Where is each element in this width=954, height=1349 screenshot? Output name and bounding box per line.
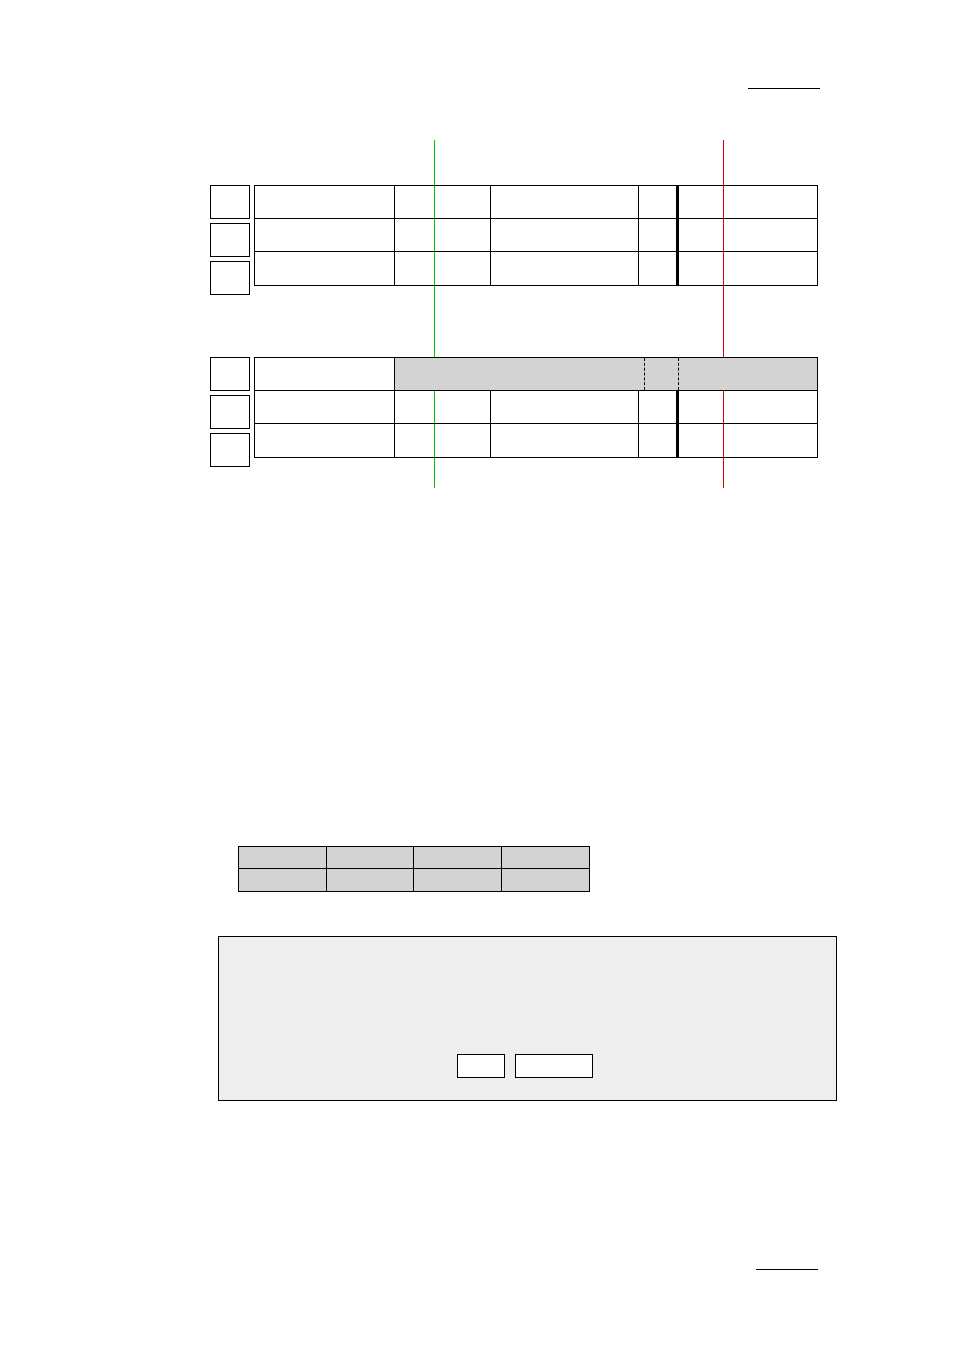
table2-r2-c3 xyxy=(395,391,491,423)
center-table-r2c2 xyxy=(327,869,415,891)
table2-r3-c2 xyxy=(255,424,395,457)
center-table-r1c2 xyxy=(327,847,415,869)
cancel-button[interactable] xyxy=(515,1054,593,1078)
center-table-r1c3 xyxy=(414,847,502,869)
table1-r2-c3 xyxy=(395,219,491,251)
table1-r2-c2 xyxy=(255,219,395,251)
header-divider xyxy=(748,88,820,89)
center-table-r1c4 xyxy=(502,847,590,869)
dialog-panel xyxy=(218,936,837,1101)
footer-divider xyxy=(756,1269,818,1270)
table1-r3-c3 xyxy=(395,252,491,285)
table1-r2-c4 xyxy=(491,219,639,251)
table1-r2-c5 xyxy=(639,219,679,251)
table1-r1-c4 xyxy=(491,186,639,218)
table2-r3-c6 xyxy=(679,424,817,457)
table2-r2-c4 xyxy=(491,391,639,423)
table1-rowlabel-2 xyxy=(210,223,250,257)
table1-r3-c6 xyxy=(679,252,817,285)
table2-rowlabel-2 xyxy=(210,395,250,429)
table2-r3-c5 xyxy=(639,424,679,457)
table2-r2-c2 xyxy=(255,391,395,423)
table1-r1-c5 xyxy=(639,186,679,218)
table2-r1-merged xyxy=(395,358,645,390)
table1-r1-c3 xyxy=(395,186,491,218)
ok-button[interactable] xyxy=(457,1054,505,1078)
table2-r1-c6 xyxy=(679,358,817,390)
table1-r2-c6 xyxy=(679,219,817,251)
table2-rowlabel-3 xyxy=(210,433,250,467)
center-table-r2c4 xyxy=(502,869,590,891)
table2-r3-c4 xyxy=(491,424,639,457)
table1-r1-c6 xyxy=(679,186,817,218)
table1-r3-c2 xyxy=(255,252,395,285)
table1-body xyxy=(254,185,818,286)
table1-r3-c4 xyxy=(491,252,639,285)
center-table-r2c3 xyxy=(414,869,502,891)
table2-r3-c3 xyxy=(395,424,491,457)
table2-r1-c2 xyxy=(255,358,395,390)
center-table-r1c1 xyxy=(239,847,327,869)
table2-body xyxy=(254,357,818,458)
table1-rowlabel-1 xyxy=(210,185,250,219)
table2-r2-c5 xyxy=(639,391,679,423)
table2-r1-gap xyxy=(645,358,679,390)
table2-r2-c6 xyxy=(679,391,817,423)
table1-rowlabel-3 xyxy=(210,261,250,295)
table1-r3-c5 xyxy=(639,252,679,285)
table1-r1-c2 xyxy=(255,186,395,218)
table2-rowlabel-1 xyxy=(210,357,250,391)
center-table xyxy=(238,846,590,892)
center-table-r2c1 xyxy=(239,869,327,891)
